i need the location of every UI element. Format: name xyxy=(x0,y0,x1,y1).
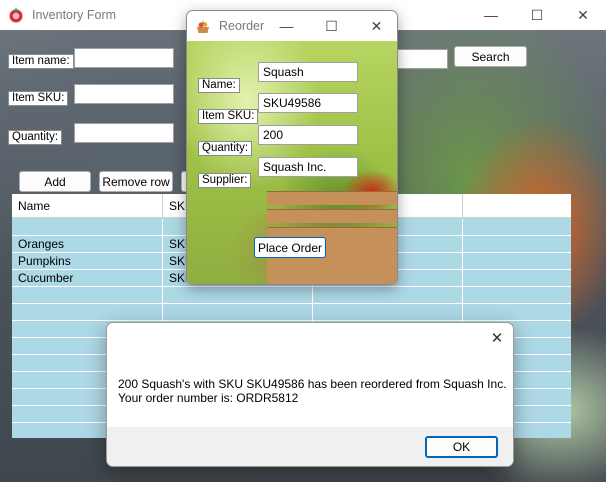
table-cell[interactable] xyxy=(463,236,571,253)
quantity-input[interactable] xyxy=(74,123,174,143)
search-input[interactable] xyxy=(396,49,448,69)
search-button[interactable]: Search xyxy=(454,46,527,67)
item-name-label: Item name: xyxy=(8,54,74,69)
table-cell[interactable] xyxy=(463,287,571,304)
table-cell[interactable] xyxy=(12,219,163,236)
reorder-client-area: Name: Item SKU: Quantity: Supplier: Plac… xyxy=(187,41,397,284)
minimize-icon[interactable]: — xyxy=(468,0,514,30)
crate-board xyxy=(267,209,397,223)
reorder-window: Reorder — ☐ ✕ Name: Item SKU: Quantity: … xyxy=(186,10,398,285)
table-cell[interactable] xyxy=(463,219,571,236)
close-icon[interactable]: ✕ xyxy=(560,0,606,30)
table-cell[interactable] xyxy=(163,304,313,321)
table-cell[interactable]: Cucumber xyxy=(12,270,163,287)
add-button[interactable]: Add xyxy=(19,171,91,192)
table-cell[interactable]: Oranges xyxy=(12,236,163,253)
crate-board xyxy=(267,191,397,205)
message-line-1: 200 Squash's with SKU SKU49586 has been … xyxy=(118,377,507,391)
message-text: 200 Squash's with SKU SKU49586 has been … xyxy=(118,377,507,405)
table-cell[interactable] xyxy=(12,287,163,304)
table-cell[interactable]: Pumpkins xyxy=(12,253,163,270)
minimize-icon[interactable]: — xyxy=(264,11,309,41)
close-icon[interactable]: ✕ xyxy=(354,11,397,41)
item-sku-input[interactable] xyxy=(74,84,174,104)
message-line-2: Your order number is: ORDR5812 xyxy=(118,391,299,405)
message-box: ✕ 200 Squash's with SKU SKU49586 has bee… xyxy=(106,322,514,467)
maximize-icon[interactable]: ☐ xyxy=(309,11,354,41)
ok-button[interactable]: OK xyxy=(425,436,498,458)
reorder-quantity-label: Quantity: xyxy=(198,141,253,156)
table-cell[interactable] xyxy=(313,287,463,304)
table-cell[interactable] xyxy=(12,304,163,321)
maximize-icon[interactable]: ☐ xyxy=(514,0,560,30)
tomato-icon xyxy=(8,7,24,23)
close-icon[interactable]: ✕ xyxy=(481,323,513,353)
table-row[interactable] xyxy=(12,304,571,321)
remove-row-button[interactable]: Remove row xyxy=(99,171,173,192)
table-cell[interactable] xyxy=(463,304,571,321)
column-header-extra[interactable] xyxy=(463,194,571,218)
reorder-supplier-input[interactable] xyxy=(258,157,358,177)
main-window-title: Inventory Form xyxy=(32,8,117,22)
reorder-name-label: Name: xyxy=(198,78,240,93)
table-cell[interactable] xyxy=(313,304,463,321)
table-cell[interactable] xyxy=(463,253,571,270)
reorder-name-input[interactable] xyxy=(258,62,358,82)
reorder-sku-label: Item SKU: xyxy=(198,109,259,124)
reorder-sku-input[interactable] xyxy=(258,93,358,113)
reorder-titlebar[interactable]: Reorder — ☐ ✕ xyxy=(187,11,397,41)
quantity-label: Quantity: xyxy=(8,130,63,145)
vegetable-basket-icon xyxy=(195,18,211,34)
place-order-button[interactable]: Place Order xyxy=(254,237,326,258)
table-cell[interactable] xyxy=(163,287,313,304)
table-row[interactable] xyxy=(12,287,571,304)
item-name-input[interactable] xyxy=(74,48,174,68)
reorder-window-title: Reorder xyxy=(219,19,265,33)
item-sku-label: Item SKU: xyxy=(8,91,69,106)
reorder-quantity-input[interactable] xyxy=(258,125,358,145)
column-header-name[interactable]: Name xyxy=(12,194,163,218)
table-cell[interactable] xyxy=(463,270,571,287)
message-footer: OK xyxy=(107,427,513,466)
reorder-supplier-label: Supplier: xyxy=(198,173,252,188)
